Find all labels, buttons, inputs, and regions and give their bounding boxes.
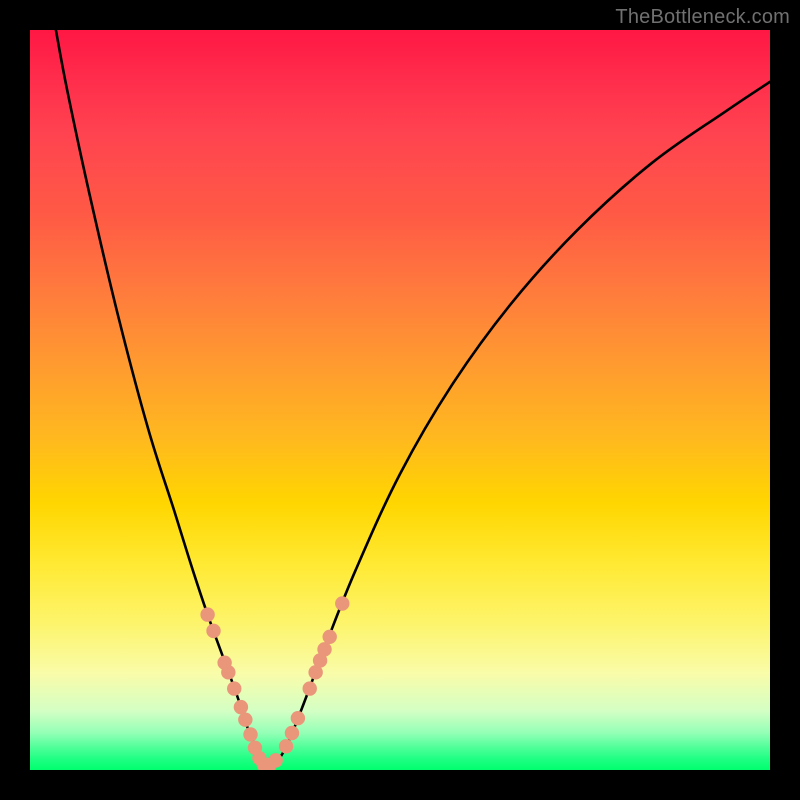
watermark-text: TheBottleneck.com xyxy=(615,6,790,29)
marker-cluster xyxy=(200,596,349,770)
marker-dot xyxy=(285,726,299,740)
marker-dot xyxy=(291,711,305,725)
marker-dot xyxy=(234,700,248,714)
marker-dot xyxy=(303,681,317,695)
marker-dot xyxy=(243,727,257,741)
marker-dot xyxy=(238,712,252,726)
marker-dot xyxy=(317,642,331,656)
marker-dot xyxy=(227,681,241,695)
marker-dot xyxy=(206,624,220,638)
chart-frame: TheBottleneck.com xyxy=(0,0,800,800)
marker-dot xyxy=(335,596,349,610)
curve-path xyxy=(56,30,770,766)
marker-dot xyxy=(279,739,293,753)
marker-dot xyxy=(323,630,337,644)
marker-dot xyxy=(221,665,235,679)
marker-dot xyxy=(268,753,282,767)
curve-layer xyxy=(30,30,770,770)
plot-area xyxy=(30,30,770,770)
marker-dot xyxy=(200,607,214,621)
bottleneck-curve xyxy=(56,30,770,766)
